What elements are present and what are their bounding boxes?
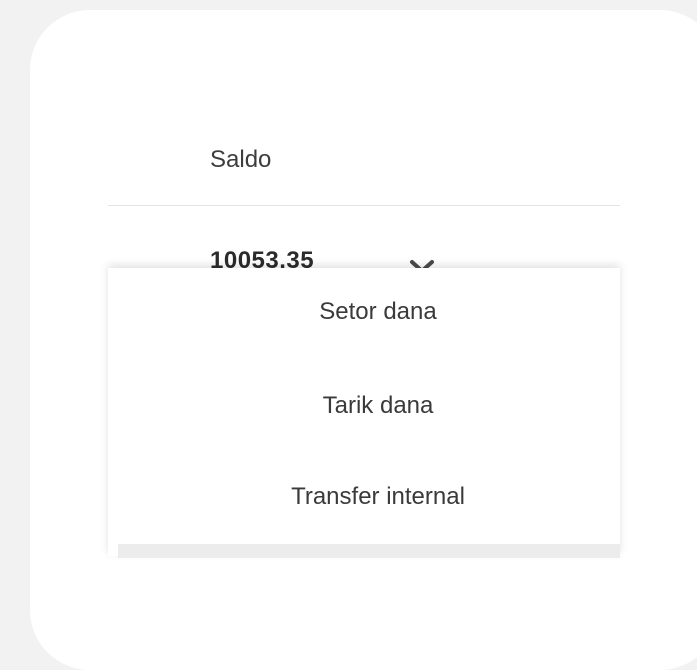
menu-item-setor-dana[interactable]: Setor dana [108, 296, 648, 328]
chevron-down-icon[interactable] [408, 256, 436, 268]
dropdown-bottom-edge [118, 544, 620, 558]
menu-item-tarik-dana[interactable]: Tarik dana [108, 390, 648, 422]
balance-value: 10053.35 [210, 247, 315, 268]
balance-row[interactable]: 10053.35 [108, 206, 620, 268]
action-dropdown-menu: Setor dana Tarik dana Transfer internal [108, 268, 620, 556]
balance-label: Saldo [210, 146, 272, 173]
menu-item-transfer-internal[interactable]: Transfer internal [108, 481, 648, 513]
